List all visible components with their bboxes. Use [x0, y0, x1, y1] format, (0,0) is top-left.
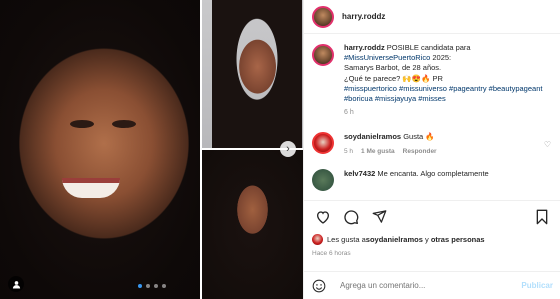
hashtag-links[interactable]: #misspuertorico #missuniverso #pageantry…	[344, 84, 542, 103]
emoji-icon[interactable]	[312, 279, 326, 293]
chevron-right-icon: ›	[286, 143, 290, 155]
post-header: harry.roddz	[304, 0, 560, 34]
post-image[interactable]: ›	[0, 0, 303, 299]
post-username[interactable]: harry.roddz	[342, 12, 385, 21]
comment-text: Gusta 🔥	[403, 132, 435, 142]
photo-bottom-right	[202, 150, 303, 299]
avatar[interactable]	[312, 44, 334, 66]
avatar[interactable]	[312, 234, 323, 245]
like-button[interactable]	[312, 206, 334, 228]
tagged-users-button[interactable]	[8, 276, 24, 292]
post-comment-button[interactable]: Publicar	[521, 281, 553, 290]
reply-button[interactable]: Responder	[403, 147, 437, 157]
save-button[interactable]	[531, 206, 553, 228]
comment-text: Me encanta. Algo completamente	[377, 169, 489, 179]
avatar[interactable]	[312, 5, 334, 28]
hashtag-link[interactable]: #MissUniversePuertoRico	[344, 53, 430, 62]
caption-time: 6 h	[344, 109, 354, 117]
comment-item: kelv7432 Me encanta. Algo completamente	[312, 169, 553, 192]
post-timestamp: Hace 6 horas	[312, 250, 351, 257]
bookmark-icon	[536, 209, 548, 224]
comment-button[interactable]	[340, 206, 362, 228]
post-caption: harry.roddz POSIBLE candidata para #Miss…	[312, 43, 553, 118]
caption-username[interactable]: harry.roddz	[344, 43, 385, 52]
photo-left	[0, 0, 200, 299]
share-button[interactable]	[368, 206, 390, 228]
like-comment-heart-icon[interactable]: ♡	[544, 140, 551, 149]
photo-top-right	[202, 0, 303, 148]
user-icon	[12, 280, 20, 289]
comment-time: 5 h	[344, 148, 354, 156]
instagram-post-modal: › harry.roddz harry.roddz POSIBLE candid…	[0, 0, 560, 299]
comment-likes[interactable]: 1 Me gusta	[361, 147, 395, 157]
liker-username[interactable]: soydanielramos	[366, 235, 423, 244]
other-likers-link[interactable]: otras personas	[431, 235, 485, 244]
avatar[interactable]	[312, 169, 334, 192]
post-sidebar: harry.roddz harry.roddz POSIBLE candidat…	[303, 0, 560, 299]
add-comment-bar: Publicar	[304, 271, 560, 299]
heart-icon	[316, 210, 330, 224]
paper-plane-icon	[372, 210, 386, 223]
avatar[interactable]	[312, 132, 334, 155]
likes-summary: Les gusta a soydanielramos y otras perso…	[312, 234, 557, 245]
action-bar	[304, 200, 560, 232]
comment-username[interactable]: kelv7432	[344, 169, 375, 178]
carousel-indicator	[138, 284, 166, 288]
comments-section: harry.roddz POSIBLE candidata para #Miss…	[304, 35, 560, 200]
comment-username[interactable]: soydanielramos	[344, 132, 401, 141]
comment-input[interactable]	[340, 281, 522, 290]
carousel-next-button[interactable]: ›	[280, 141, 296, 157]
comment-item: soydanielramos Gusta 🔥 5 h 1 Me gusta Re…	[312, 132, 553, 157]
comment-icon	[344, 209, 359, 224]
